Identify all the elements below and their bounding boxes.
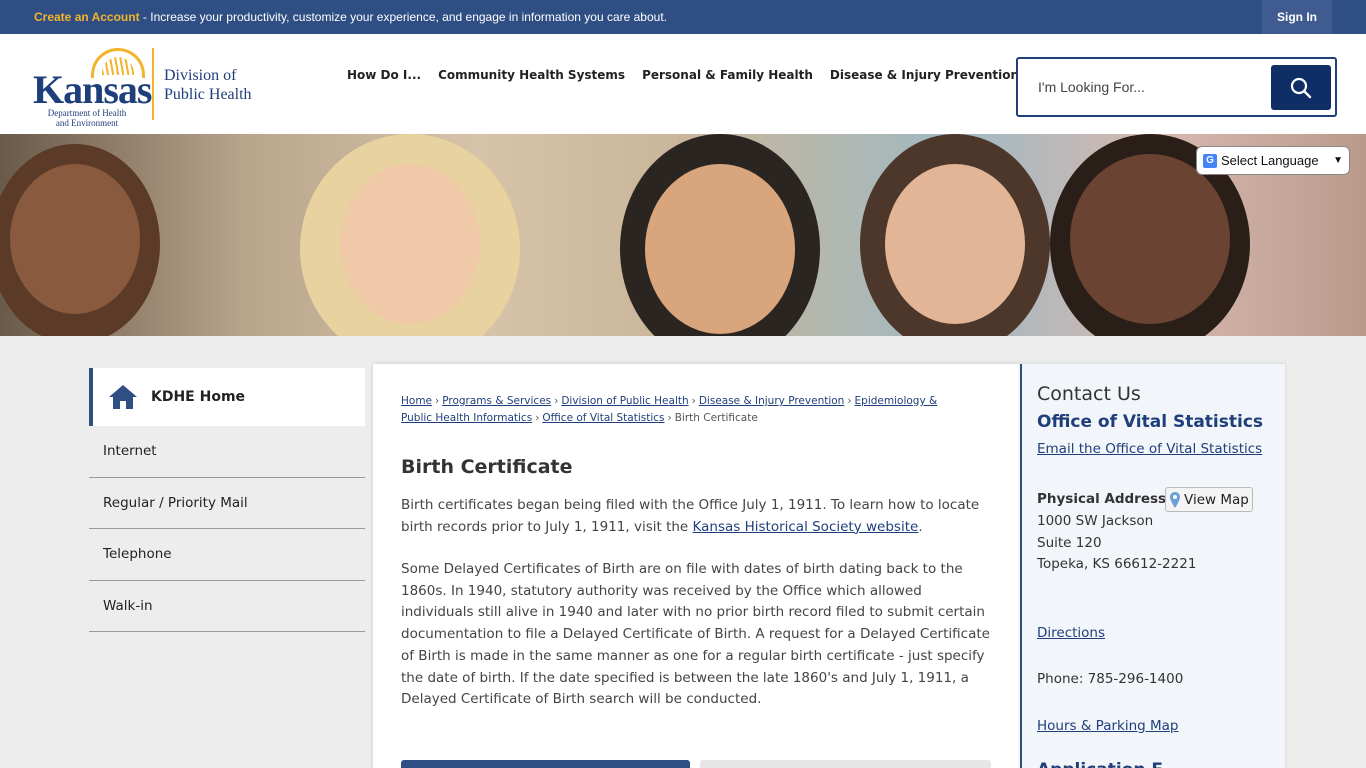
breadcrumb-vital-statistics[interactable]: Office of Vital Statistics — [542, 412, 664, 424]
physical-address-label: Physical Address — [1037, 491, 1167, 507]
breadcrumb-division[interactable]: Division of Public Health — [561, 395, 688, 407]
search-button[interactable] — [1271, 65, 1331, 110]
language-select-label: Select Language — [1221, 153, 1319, 168]
main-content: Home › Programs & Services › Division of Pub… — [373, 364, 1020, 768]
promo-text: - Increase your productivity, customize … — [139, 10, 667, 24]
home-icon — [109, 385, 137, 409]
logo-kansas-text: Kansas — [33, 67, 152, 112]
address-line-2: Suite 120 — [1037, 534, 1102, 551]
hero-image — [0, 134, 1366, 336]
google-translate-icon: G — [1203, 153, 1217, 168]
nav-disease-injury-prevention[interactable]: Disease & Injury Prevention — [830, 68, 1019, 82]
address-block: 1000 SW Jackson Suite 120 Topeka, KS 666… — [1037, 511, 1196, 576]
site-header: Kansas Department of Health and Environm… — [0, 34, 1366, 134]
intro-text-end: . — [918, 518, 923, 535]
nav-how-do-i[interactable]: How Do I... — [347, 68, 421, 82]
search-input[interactable] — [1026, 67, 1266, 107]
address-line-3: Topeka, KS 66612-2221 — [1037, 556, 1197, 572]
account-promo: Create an Account - Increase your produc… — [34, 10, 667, 24]
nav-personal-family-health[interactable]: Personal & Family Health — [642, 68, 813, 82]
sidenav-item-walk-in[interactable]: Walk-in — [89, 581, 365, 632]
logo-division-line2: Public Health — [164, 86, 252, 103]
historical-society-link[interactable]: Kansas Historical Society website — [693, 519, 919, 535]
directions-link[interactable]: Directions — [1037, 625, 1105, 641]
breadcrumb: Home › Programs & Services › Division of Pub… — [401, 393, 961, 427]
create-account-link[interactable]: Create an Account — [34, 10, 140, 24]
address-line-1: 1000 SW Jackson — [1037, 513, 1154, 529]
contact-org-name: Office of Vital Statistics — [1037, 412, 1264, 432]
logo-division-line1: Division of — [164, 67, 237, 84]
logo-divider — [152, 48, 154, 120]
contact-heading: Contact Us — [1037, 383, 1141, 405]
breadcrumb-programs[interactable]: Programs & Services — [442, 395, 551, 407]
email-office-link[interactable]: Email the Office of Vital Statistics — [1037, 441, 1262, 457]
breadcrumb-informatics[interactable]: Public Health Informatics — [401, 412, 532, 424]
breadcrumb-home[interactable]: Home — [401, 395, 432, 407]
phone-number: Phone: 785-296-1400 — [1037, 671, 1184, 687]
breadcrumb-current: Birth Certificate — [674, 412, 758, 424]
breadcrumb-separator: › — [667, 412, 672, 424]
sidenav-item-telephone[interactable]: Telephone — [89, 529, 365, 581]
sidenav-home-label: KDHE Home — [151, 389, 246, 405]
content-tab-active[interactable] — [401, 760, 690, 768]
breadcrumb-separator: › — [535, 412, 540, 424]
kdhe-logo[interactable]: Kansas Department of Health and Environm… — [33, 48, 258, 128]
breadcrumb-epidemiology[interactable]: Epidemiology & — [855, 395, 938, 407]
chevron-down-icon: ▼ — [1333, 155, 1343, 166]
nav-community-health-systems[interactable]: Community Health Systems — [438, 68, 625, 82]
logo-division-text: Division of Public Health — [164, 66, 252, 104]
breadcrumb-separator: › — [691, 395, 696, 407]
map-pin-icon — [1170, 491, 1180, 508]
hero-child-1 — [0, 144, 160, 336]
view-map-button[interactable]: View Map — [1165, 487, 1253, 512]
search-box — [1016, 57, 1337, 117]
content-tab[interactable] — [700, 760, 991, 768]
logo-dept-line2: and Environment — [55, 118, 119, 128]
view-map-label: View Map — [1184, 491, 1249, 508]
breadcrumb-separator: › — [554, 395, 559, 407]
intro-paragraph: Birth certificates began being filed wit… — [401, 495, 993, 538]
breadcrumb-separator: › — [435, 395, 440, 407]
application-forms-heading: Application F — [1037, 760, 1163, 768]
sidenav-item-internet[interactable]: Internet — [89, 426, 365, 478]
breadcrumb-separator: › — [847, 395, 852, 407]
top-bar: Create an Account - Increase your produc… — [0, 0, 1366, 34]
main-nav: How Do I... Community Health Systems Per… — [347, 68, 1036, 82]
page-title: Birth Certificate — [401, 456, 573, 478]
hero-child-2 — [300, 134, 520, 336]
hero-child-3 — [620, 134, 820, 336]
hero-child-4 — [860, 134, 1050, 336]
sign-in-button[interactable]: Sign In — [1262, 0, 1332, 34]
language-select[interactable]: G Select Language ▼ — [1196, 146, 1350, 175]
breadcrumb-disease[interactable]: Disease & Injury Prevention — [699, 395, 845, 407]
sidenav-kdhe-home[interactable]: KDHE Home — [89, 368, 365, 426]
sidenav-item-mail[interactable]: Regular / Priority Mail — [89, 478, 365, 529]
search-icon — [1290, 77, 1312, 98]
logo-dept-line1: Department of Health — [47, 108, 127, 118]
side-nav: KDHE Home Internet Regular / Priority Ma… — [89, 368, 365, 632]
logo-dept-text: Department of Health and Environment — [44, 108, 130, 128]
hours-parking-link[interactable]: Hours & Parking Map — [1037, 718, 1179, 734]
contact-panel: Contact Us Office of Vital Statistics Em… — [1020, 364, 1285, 768]
delayed-certificate-paragraph: Some Delayed Certificates of Birth are o… — [401, 561, 990, 708]
